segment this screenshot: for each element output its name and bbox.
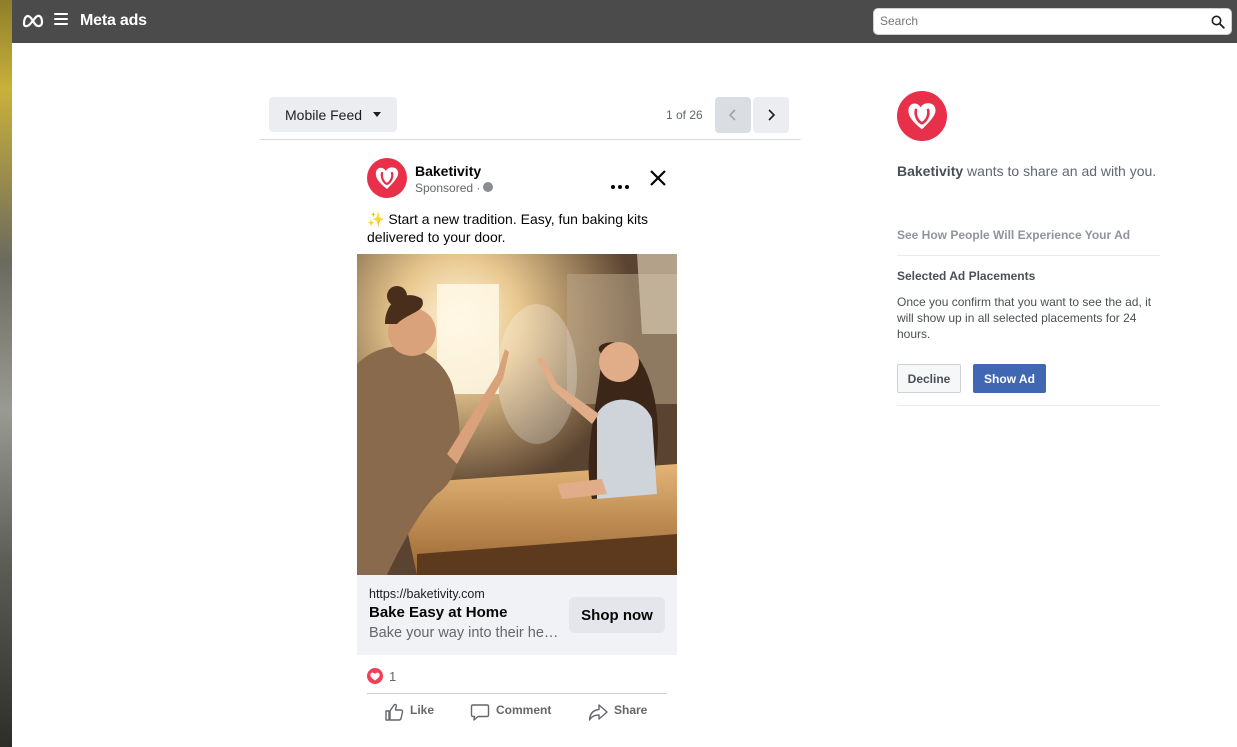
next-ad-button[interactable] bbox=[753, 97, 789, 133]
chevron-left-icon bbox=[728, 109, 736, 121]
close-icon[interactable] bbox=[649, 169, 667, 187]
decline-button[interactable]: Decline bbox=[897, 364, 961, 393]
divider bbox=[897, 405, 1160, 406]
share-text: wants to share an ad with you. bbox=[963, 163, 1157, 179]
share-message: Baketivity wants to share an ad with you… bbox=[897, 163, 1156, 179]
share-button[interactable]: Share bbox=[588, 700, 658, 724]
show-ad-button[interactable]: Show Ad bbox=[973, 364, 1046, 393]
previous-ad-button[interactable] bbox=[715, 97, 751, 133]
like-button[interactable]: Like bbox=[384, 700, 444, 724]
brand-name[interactable]: Baketivity bbox=[415, 163, 481, 179]
comment-label: Comment bbox=[496, 703, 552, 717]
sparkles-icon: ✨ bbox=[367, 211, 385, 227]
meta-logo-icon[interactable] bbox=[22, 12, 44, 28]
advertiser-avatar bbox=[897, 91, 947, 141]
link-url: https://baketivity.com bbox=[369, 587, 485, 601]
more-options-icon[interactable] bbox=[611, 176, 633, 189]
divider bbox=[259, 139, 801, 140]
reactions-row: 1 bbox=[357, 655, 677, 693]
placement-dropdown[interactable]: Mobile Feed bbox=[269, 97, 397, 132]
love-reaction-icon[interactable] bbox=[367, 668, 383, 684]
advertiser-name: Baketivity bbox=[897, 163, 964, 179]
comment-button[interactable]: Comment bbox=[470, 700, 560, 724]
caret-down-icon bbox=[373, 112, 381, 117]
like-label: Like bbox=[410, 703, 435, 717]
ad-image[interactable] bbox=[357, 254, 677, 575]
top-bar: Meta ads bbox=[12, 0, 1237, 43]
ad-primary-text: ✨ Start a new tradition. Easy, fun bakin… bbox=[367, 210, 667, 246]
share-arrow-icon bbox=[588, 704, 608, 721]
search-input[interactable] bbox=[880, 14, 1200, 28]
comment-icon bbox=[470, 704, 490, 721]
see-how-heading: See How People Will Experience Your Ad bbox=[897, 228, 1131, 242]
reaction-count[interactable]: 1 bbox=[389, 669, 396, 684]
heart-logo-icon bbox=[375, 167, 399, 189]
thumbs-up-icon bbox=[385, 703, 404, 721]
heart-logo-icon bbox=[908, 103, 936, 130]
search-box[interactable] bbox=[873, 8, 1232, 35]
divider bbox=[367, 693, 667, 694]
brand-avatar[interactable] bbox=[367, 158, 407, 198]
ad-preview-card: Baketivity Sponsored · ✨ Start a new tra… bbox=[357, 150, 677, 740]
placements-title: Selected Ad Placements bbox=[897, 269, 1036, 283]
placement-label: Mobile Feed bbox=[285, 107, 363, 123]
menu-icon[interactable] bbox=[54, 13, 68, 27]
sponsored-label: Sponsored · bbox=[415, 181, 481, 195]
link-description: Bake your way into their hearts bbox=[369, 625, 559, 641]
placements-description: Once you confirm that you want to see th… bbox=[897, 295, 1152, 341]
globe-icon bbox=[483, 182, 493, 192]
pager-count: 1 of 26 bbox=[666, 108, 703, 122]
share-label: Share bbox=[614, 703, 648, 717]
app-title[interactable]: Meta ads bbox=[80, 12, 147, 30]
shop-now-button[interactable]: Shop now bbox=[569, 597, 665, 633]
divider bbox=[897, 255, 1160, 256]
primary-text: Start a new tradition. Easy, fun baking … bbox=[367, 211, 648, 245]
background-strip bbox=[0, 0, 12, 747]
search-icon[interactable] bbox=[1211, 15, 1225, 29]
chevron-right-icon bbox=[768, 109, 776, 121]
link-title: Bake Easy at Home bbox=[369, 604, 508, 621]
link-preview[interactable]: https://baketivity.com Bake Easy at Home… bbox=[357, 575, 677, 655]
